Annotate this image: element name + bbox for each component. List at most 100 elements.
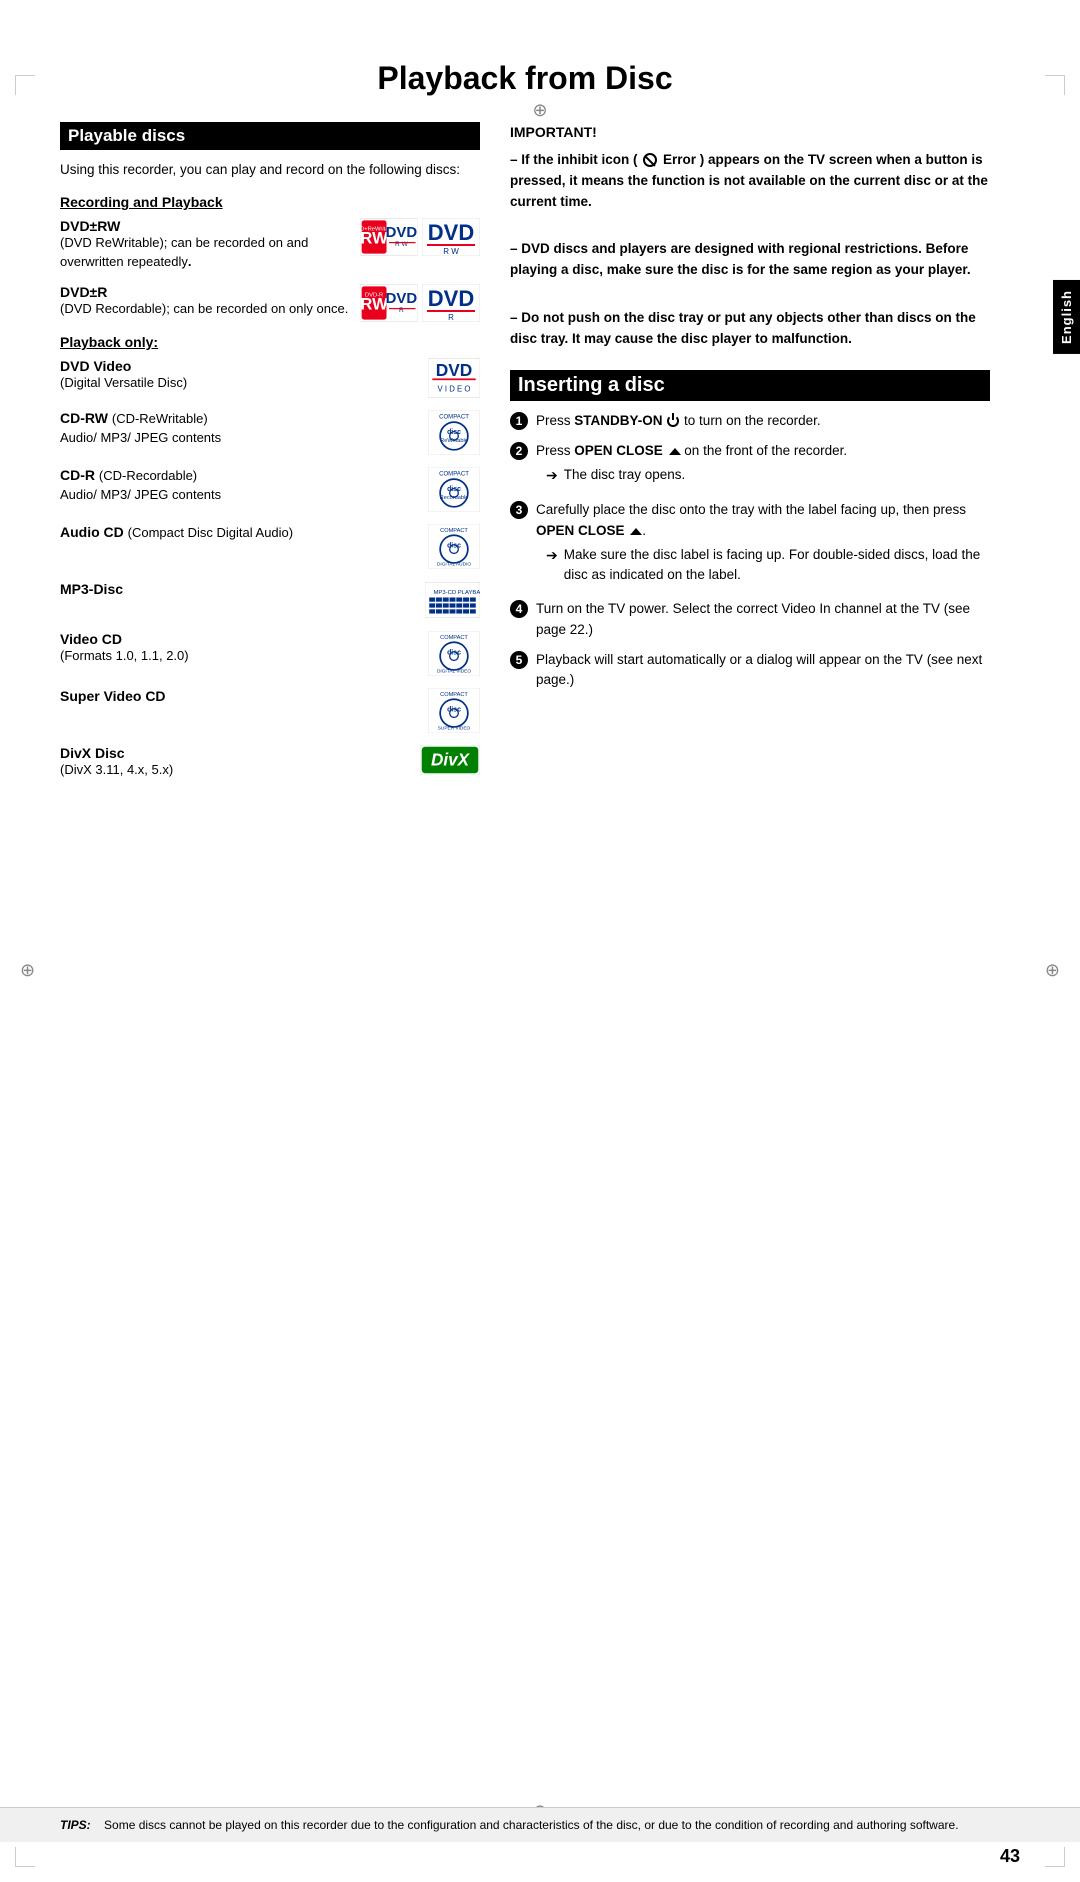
divx-label: DivX Disc: [60, 745, 410, 761]
arrow-symbol: ➔: [546, 465, 558, 486]
svg-text:DivX: DivX: [431, 750, 471, 770]
vcd-desc: (Formats 1.0, 1.1, 2.0): [60, 647, 418, 666]
important-point-3: – Do not push on the disc tray or put an…: [510, 308, 990, 350]
inhibit-icon: [643, 153, 657, 167]
svcd-label: Super Video CD: [60, 688, 418, 704]
important-point-1: – If the inhibit icon ( Error ) appears …: [510, 150, 990, 213]
disc-item-dvd-video: DVD Video (Digital Versatile Disc) DVD V…: [60, 358, 480, 398]
step-3-content: Carefully place the disc onto the tray w…: [536, 500, 990, 589]
svg-text:disc: disc: [447, 706, 461, 713]
disc-item-cdrw: CD-RW (CD-ReWritable) Audio/ MP3/ JPEG c…: [60, 410, 480, 455]
cdr-label-suffix: (CD-Recordable): [99, 468, 197, 483]
dvd-r-text-logo: DVD R: [422, 284, 480, 322]
cdr-label: CD-R: [60, 467, 95, 483]
steps-list: 1 Press STANDBY-ON to turn on the record…: [510, 411, 990, 691]
audio-cd-label-suffix: (Compact Disc Digital Audio): [128, 525, 293, 540]
svg-text:SUPER VIDEO: SUPER VIDEO: [438, 725, 471, 731]
disc-item-audio-cd: Audio CD (Compact Disc Digital Audio) CO…: [60, 524, 480, 569]
cdrw-svg: COMPACT disc ReWritable: [428, 410, 480, 455]
disc-item-dvdr: DVD±R (DVD Recordable); can be recorded …: [60, 284, 480, 322]
svg-text:COMPACT: COMPACT: [439, 472, 469, 478]
step-3-num: 3: [510, 501, 528, 519]
svg-text:COMPACT: COMPACT: [439, 415, 469, 421]
cdr-text: CD-R (CD-Recordable) Audio/ MP3/ JPEG co…: [60, 467, 418, 505]
svg-text:ReWritable: ReWritable: [440, 438, 468, 444]
inserting-disc-header: Inserting a disc: [510, 370, 990, 401]
step-3-arrow-text: Make sure the disc label is facing up. F…: [564, 545, 990, 586]
dvd-video-label: DVD Video: [60, 358, 418, 374]
mp3-svg: MP3-CD PLAYBACK: [425, 581, 480, 619]
svg-text:R: R: [448, 313, 454, 322]
reg-mark-right: ⊕: [1045, 960, 1060, 981]
dvdr-logos: RW DVD-R DVD R DVD R: [360, 284, 480, 322]
dvd-rewritable-logo: RW DVD+ReWritable DVD R W: [360, 218, 418, 256]
svg-text:DIGITAL AUDIO: DIGITAL AUDIO: [437, 561, 471, 567]
tips-text: Some discs cannot be played on this reco…: [104, 1818, 959, 1832]
playback-only-title: Playback only:: [60, 334, 480, 350]
open-close-icon-2: [630, 528, 642, 535]
inserting-disc-section: Inserting a disc 1 Press STANDBY-ON to t…: [510, 370, 990, 691]
arrow-symbol-2: ➔: [546, 545, 558, 586]
step-2-arrow: ➔ The disc tray opens.: [546, 465, 990, 486]
svcd-text: Super Video CD: [60, 688, 418, 704]
cdr-logo: COMPACT disc Recordable: [428, 467, 480, 512]
disc-item-vcd: Video CD (Formats 1.0, 1.1, 2.0) COMPACT…: [60, 631, 480, 676]
recording-playback-title: Recording and Playback: [60, 194, 480, 210]
svcd-svg: COMPACT disc SUPER VIDEO: [428, 688, 480, 733]
svcd-logo: COMPACT disc SUPER VIDEO: [428, 688, 480, 733]
mp3-logo: MP3-CD PLAYBACK: [425, 581, 480, 619]
step-3-arrow: ➔ Make sure the disc label is facing up.…: [546, 545, 990, 586]
dvdr-label: DVD±R: [60, 284, 350, 300]
disc-item-divx: DivX Disc (DivX 3.11, 4.x, 5.x) DivX: [60, 745, 480, 780]
svg-text:MP3-CD PLAYBACK: MP3-CD PLAYBACK: [433, 590, 480, 596]
corner-mark-tr: [1045, 75, 1065, 95]
main-content: Playback from Disc Playable discs Using …: [60, 60, 1020, 792]
disc-item-mp3: MP3-Disc MP3-CD PLAYBACK: [60, 581, 480, 619]
cdr-desc: Audio/ MP3/ JPEG contents: [60, 486, 418, 505]
page-container: ⊕ ⊕ ⊕ ⊕ English Playback from Disc Playa…: [0, 60, 1080, 1882]
divx-text: DivX Disc (DivX 3.11, 4.x, 5.x): [60, 745, 410, 780]
audio-cd-logo: COMPACT disc DIGITAL AUDIO: [428, 524, 480, 569]
cdrw-logo: COMPACT disc ReWritable: [428, 410, 480, 455]
step-3: 3 Carefully place the disc onto the tray…: [510, 500, 990, 589]
step-2-num: 2: [510, 442, 528, 460]
two-column-layout: Playable discs Using this recorder, you …: [60, 122, 990, 792]
step-1: 1 Press STANDBY-ON to turn on the record…: [510, 411, 990, 431]
mp3-text: MP3-Disc: [60, 581, 415, 597]
vcd-logo: COMPACT disc DIGITAL VIDEO: [428, 631, 480, 676]
divx-svg: DivX: [420, 745, 480, 775]
svg-text:disc: disc: [447, 486, 461, 493]
right-column: IMPORTANT! – If the inhibit icon ( Error…: [510, 122, 990, 792]
divx-logo: DivX: [420, 745, 480, 775]
svg-text:disc: disc: [447, 429, 461, 436]
dvd-video-svg: DVD V I D E O: [428, 358, 480, 398]
svg-text:DVD: DVD: [386, 225, 418, 241]
vcd-text: Video CD (Formats 1.0, 1.1, 2.0): [60, 631, 418, 666]
step-2: 2 Press OPEN CLOSE on the front of the r…: [510, 441, 990, 490]
svg-text:COMPACT: COMPACT: [440, 528, 468, 534]
svg-text:Recordable: Recordable: [440, 495, 469, 501]
mp3-label: MP3-Disc: [60, 581, 415, 597]
open-close-icon: [669, 448, 681, 455]
important-title: IMPORTANT!: [510, 122, 990, 144]
step-4-num: 4: [510, 600, 528, 618]
cdrw-label-suffix: (CD-ReWritable): [112, 411, 208, 426]
audio-cd-text: Audio CD (Compact Disc Digital Audio): [60, 524, 418, 543]
svg-text:DVD-R: DVD-R: [365, 292, 383, 298]
dvd-video-text: DVD Video (Digital Versatile Disc): [60, 358, 418, 393]
svg-text:DVD: DVD: [428, 220, 474, 245]
svg-text:disc: disc: [447, 542, 461, 549]
corner-mark-br: [1045, 1847, 1065, 1867]
vcd-label: Video CD: [60, 631, 418, 647]
disc-item-svcd: Super Video CD COMPACT disc SUPER VIDEO: [60, 688, 480, 733]
step-4: 4 Turn on the TV power. Select the corre…: [510, 599, 990, 640]
disc-item-cdr: CD-R (CD-Recordable) Audio/ MP3/ JPEG co…: [60, 467, 480, 512]
svg-text:DIGITAL VIDEO: DIGITAL VIDEO: [437, 668, 471, 674]
english-tab: English: [1053, 280, 1080, 354]
step-2-arrow-text: The disc tray opens.: [564, 465, 686, 486]
corner-mark-tl: [15, 75, 35, 95]
vcd-svg: COMPACT disc DIGITAL VIDEO: [428, 631, 480, 676]
step-5-content: Playback will start automatically or a d…: [536, 650, 990, 691]
svg-text:V I D E O: V I D E O: [438, 384, 471, 393]
step-2-content: Press OPEN CLOSE on the front of the rec…: [536, 441, 990, 490]
